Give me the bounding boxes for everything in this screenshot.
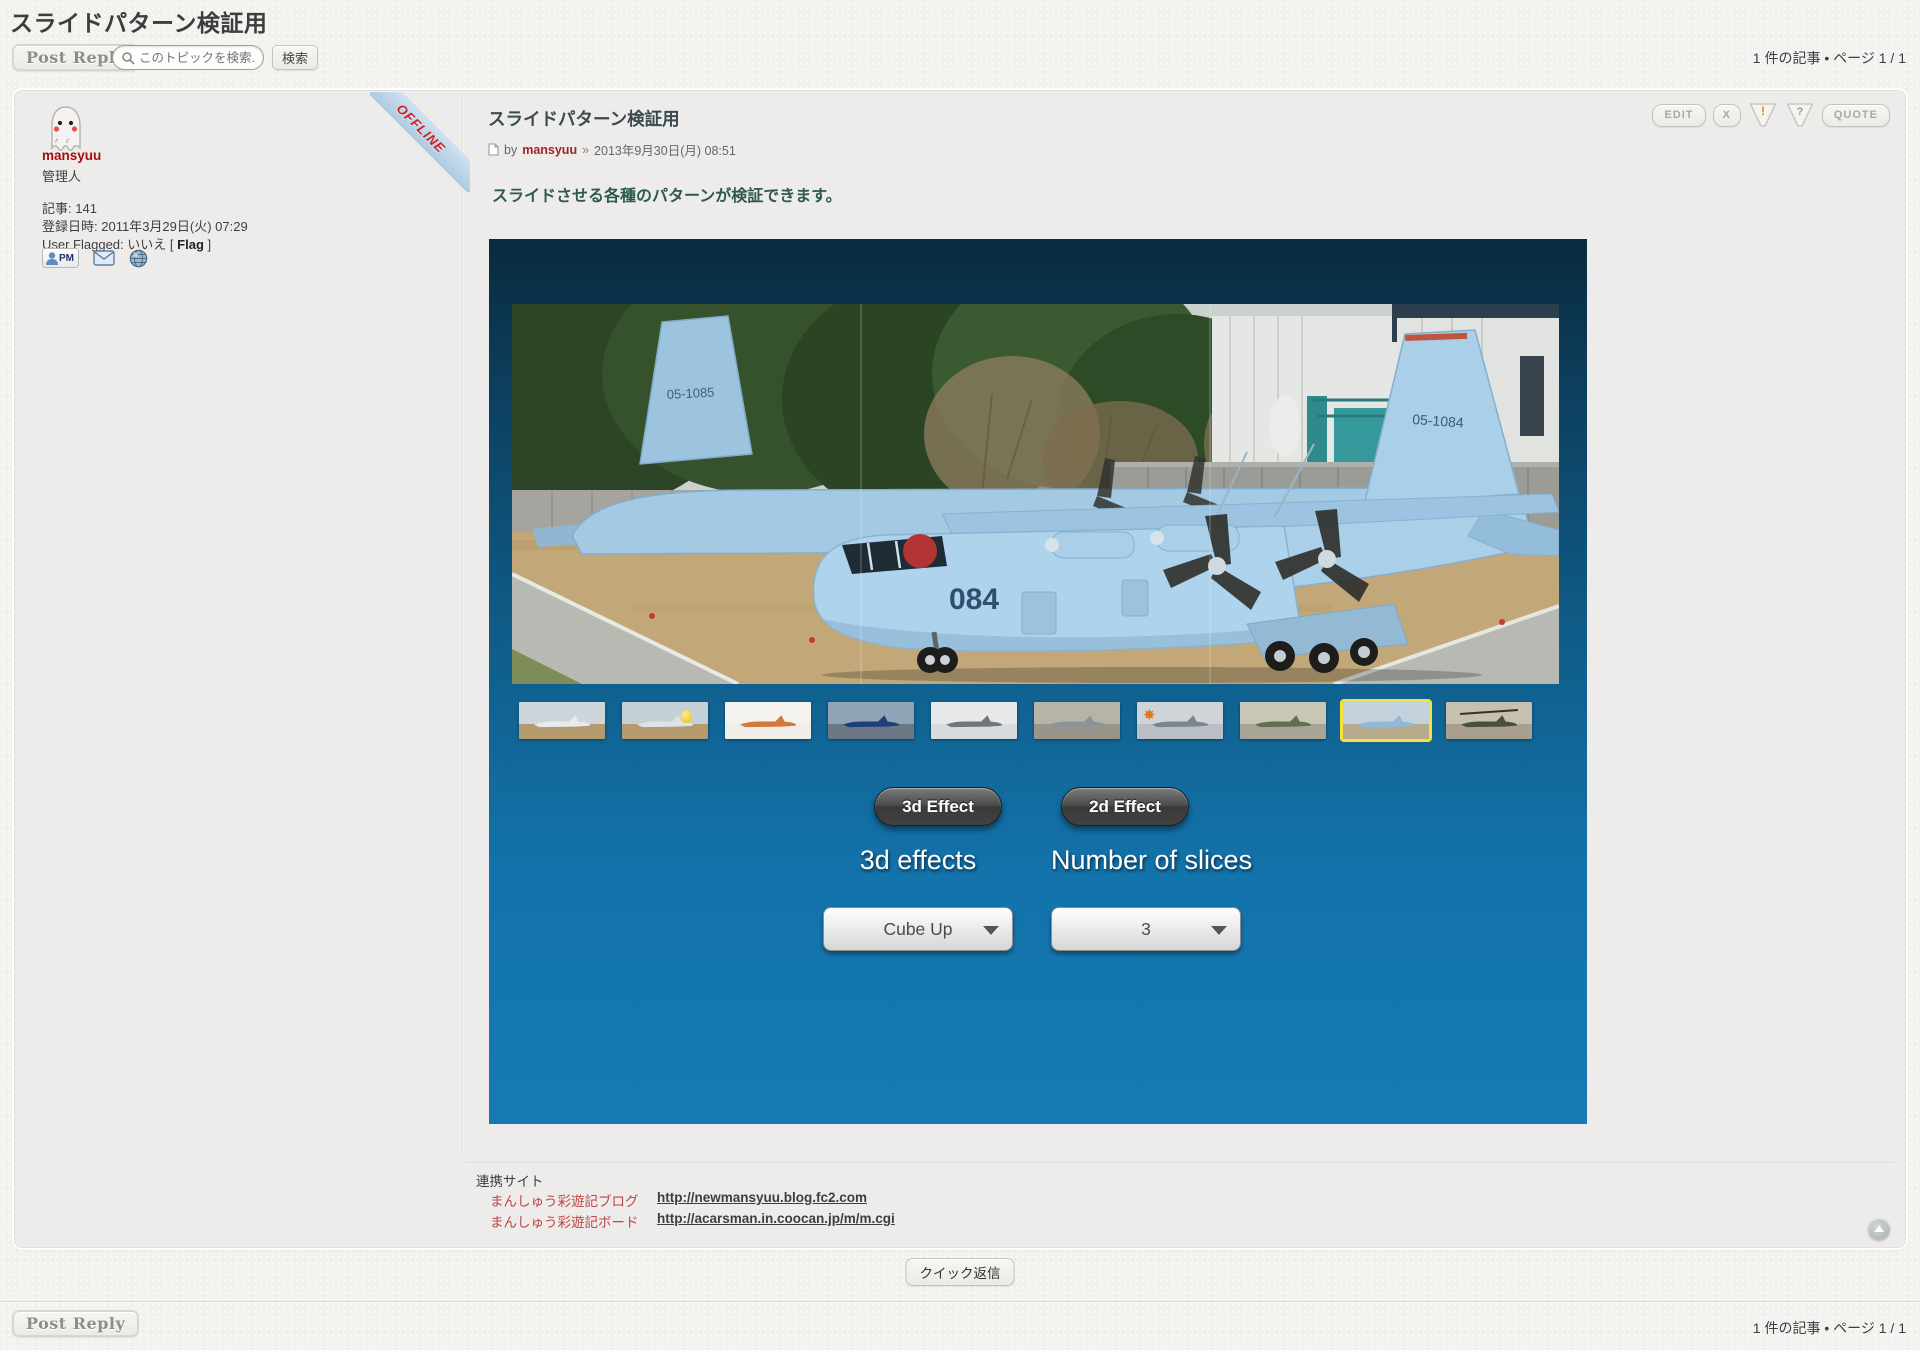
effect-select[interactable]: Cube Up (823, 907, 1013, 951)
user-icon (45, 251, 59, 266)
effects-3d-label: 3d effects (823, 845, 1013, 876)
delete-button[interactable]: X (1713, 104, 1741, 127)
post-page-icon (488, 143, 499, 156)
post-byline: by mansyuu » 2013年9月30日(月) 08:51 (488, 140, 736, 159)
slices-label: Number of slices (1051, 845, 1241, 876)
contact-icons-row: PM (42, 248, 148, 268)
chevron-down-icon (1211, 926, 1227, 935)
edit-button[interactable]: EDIT (1652, 104, 1705, 127)
thumbnail-10-dark-helicopter[interactable] (1446, 702, 1532, 739)
profile-joined-row: 登録日時: 2011年3月29日(火) 07:29 (42, 216, 248, 235)
search-input-wrap[interactable] (112, 45, 264, 70)
svg-text:!: ! (1761, 104, 1765, 118)
slideshow-main-photo[interactable]: 05-1085 05-1084 (512, 304, 1559, 684)
search-button[interactable]: 検索 (272, 45, 318, 70)
profile-username[interactable]: mansyuu (42, 148, 101, 163)
offline-badge: OFFLINE (370, 92, 470, 192)
post-body-text: スライドさせる各種のパターンが検証できます。 (492, 182, 842, 206)
signature-divider (466, 1162, 1894, 1164)
slideshow-widget: 05-1085 05-1084 (489, 239, 1587, 1124)
effect-2d-button[interactable]: 2d Effect (1061, 787, 1189, 826)
chevron-down-icon (983, 926, 999, 935)
pagination-bottom: 1 件の記事 • ページ 1 / 1 (1753, 1318, 1906, 1338)
thumbnail-2-jet-with-yellow-balloon[interactable] (622, 702, 708, 739)
up-arrow-icon (1874, 1225, 1884, 1232)
info-button[interactable]: ? (1785, 102, 1815, 128)
pagination-top: 1 件の記事 • ページ 1 / 1 (1753, 48, 1906, 68)
slices-select-value: 3 (1141, 919, 1151, 940)
blog-link[interactable]: http://newmansyuu.blog.fc2.com (657, 1190, 867, 1210)
offline-ribbon-box: OFFLINE (370, 92, 470, 192)
thumbnail-5-gray-fighter-flying[interactable] (931, 702, 1017, 739)
topic-panel: mansyuu 管理人 記事: 141 登録日時: 2011年3月29日(火) … (12, 88, 1908, 1250)
effect-3d-button[interactable]: 3d Effect (874, 787, 1002, 826)
signature-row-board: まんしゅう彩遊記ボード http://acarsman.in.coocan.jp… (490, 1211, 895, 1231)
thumbnail-strip: ✸ (519, 702, 1532, 739)
thumbnail-1-white-jet-taxiing[interactable] (519, 702, 605, 739)
board-link[interactable]: http://acarsman.in.coocan.jp/m/m.cgi (657, 1211, 895, 1231)
profile-posts-row: 記事: 141 (42, 198, 97, 217)
thumbnail-3-orange-trainer-flying[interactable] (725, 702, 811, 739)
rear-tail-number: 05-1085 (666, 385, 714, 402)
footer-divider (0, 1301, 1920, 1303)
report-button[interactable]: ! (1748, 102, 1778, 128)
back-to-top-button[interactable] (1868, 1218, 1890, 1240)
page-title: スライドパターン検証用 (10, 4, 267, 38)
pm-button[interactable]: PM (42, 248, 79, 268)
svg-text:?: ? (1797, 106, 1804, 118)
thumbnail-4-blue-F-2-fighter[interactable] (828, 702, 914, 739)
nose-number: 084 (949, 583, 999, 616)
thumbnail-8-green-C-1-transport[interactable] (1240, 702, 1326, 739)
post-reply-button-bottom[interactable]: Post Reply (12, 1310, 139, 1337)
thumbnail-9-blue-C-130-hercules[interactable] (1343, 702, 1429, 739)
byline-author-link[interactable]: mansyuu (522, 143, 577, 157)
quick-reply-button[interactable]: クイック返信 (906, 1258, 1015, 1286)
slices-select[interactable]: 3 (1051, 907, 1241, 951)
post-title: スライドパターン検証用 (488, 106, 680, 131)
profile-rank: 管理人 (42, 166, 81, 185)
thumbnail-6-gray-jet-by-hangar[interactable] (1034, 702, 1120, 739)
flag-link[interactable]: Flag (177, 237, 204, 252)
topic-search-bar: 検索 (112, 45, 318, 70)
column-divider (462, 96, 464, 1156)
email-icon[interactable] (93, 250, 115, 266)
search-icon (121, 51, 135, 65)
post-action-buttons: EDIT X ! ? QUOTE (1652, 102, 1890, 128)
thumbnail-7-F-4-with-drag-chute[interactable]: ✸ (1137, 702, 1223, 739)
signature-row-blog: まんしゅう彩遊記ブログ http://newmansyuu.blog.fc2.c… (490, 1190, 867, 1210)
website-globe-icon[interactable] (129, 249, 148, 268)
signature-heading: 連携サイト (476, 1170, 544, 1190)
quote-button[interactable]: QUOTE (1822, 104, 1890, 127)
effect-select-value: Cube Up (883, 919, 952, 940)
search-input[interactable] (139, 51, 255, 65)
